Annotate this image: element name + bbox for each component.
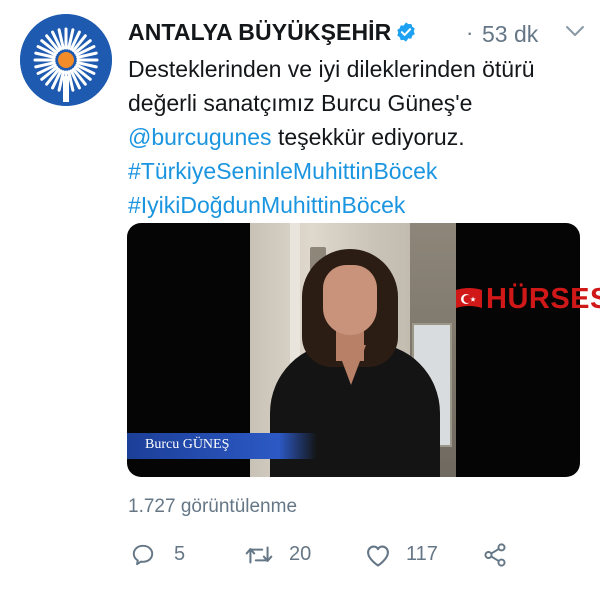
view-count: 1.727 görüntülenme	[128, 496, 298, 517]
reply-button[interactable]: 5	[130, 538, 200, 572]
tweet-text-fragment: teşekkür ediyoruz.	[271, 124, 465, 150]
antalya-logo-icon	[20, 14, 112, 106]
like-count: 117	[406, 543, 438, 565]
turkish-flag-icon	[456, 288, 482, 308]
separator-dot: ·	[466, 20, 474, 45]
tweet-text-line: @burcugunes teşekkür ediyoruz.	[128, 120, 588, 154]
video-person	[323, 265, 377, 335]
retweet-count: 20	[289, 543, 312, 565]
chevron-down-icon[interactable]	[564, 22, 586, 40]
video-caption: Burcu GÜNEŞ	[127, 433, 317, 459]
share-icon	[484, 543, 506, 567]
retweet-icon	[245, 546, 273, 564]
heart-icon	[367, 545, 389, 567]
video-player[interactable]: Burcu GÜNEŞ	[127, 223, 580, 477]
video-caption-name: Burcu GÜNEŞ	[145, 437, 230, 452]
mention-link[interactable]: @burcugunes	[128, 124, 272, 150]
watermark-text: HÜRSES	[486, 283, 600, 315]
video-person	[336, 345, 366, 385]
reply-count: 5	[174, 543, 186, 565]
reply-icon	[132, 544, 154, 566]
tweet-text: Desteklerinden ve iyi dileklerinden ötür…	[128, 52, 588, 222]
tweet-header: ANTALYA BÜYÜKŞEHİR · 53 dk	[128, 18, 586, 48]
tweet-text-line: Desteklerinden ve iyi dileklerinden ötür…	[128, 56, 535, 82]
retweet-button[interactable]: 20	[244, 538, 324, 572]
share-button[interactable]	[482, 538, 512, 572]
hashtag-link[interactable]: #TürkiyeSeninleMuhittinBöcek	[128, 154, 588, 188]
verified-badge-icon	[397, 22, 415, 42]
tweet-time[interactable]: 53 dk	[482, 21, 538, 48]
tweet-text-line: değerli sanatçımız Burcu Güneş'e	[128, 90, 473, 116]
tweet-actions: 5 20 117	[128, 538, 588, 572]
author-avatar[interactable]	[20, 14, 112, 106]
author-name[interactable]: ANTALYA BÜYÜKŞEHİR	[128, 19, 391, 46]
hurses-watermark: HÜRSES	[452, 281, 600, 317]
hashtag-link[interactable]: #IyikiDoğdunMuhittinBöcek	[128, 188, 588, 222]
like-button[interactable]: 117	[364, 538, 454, 572]
